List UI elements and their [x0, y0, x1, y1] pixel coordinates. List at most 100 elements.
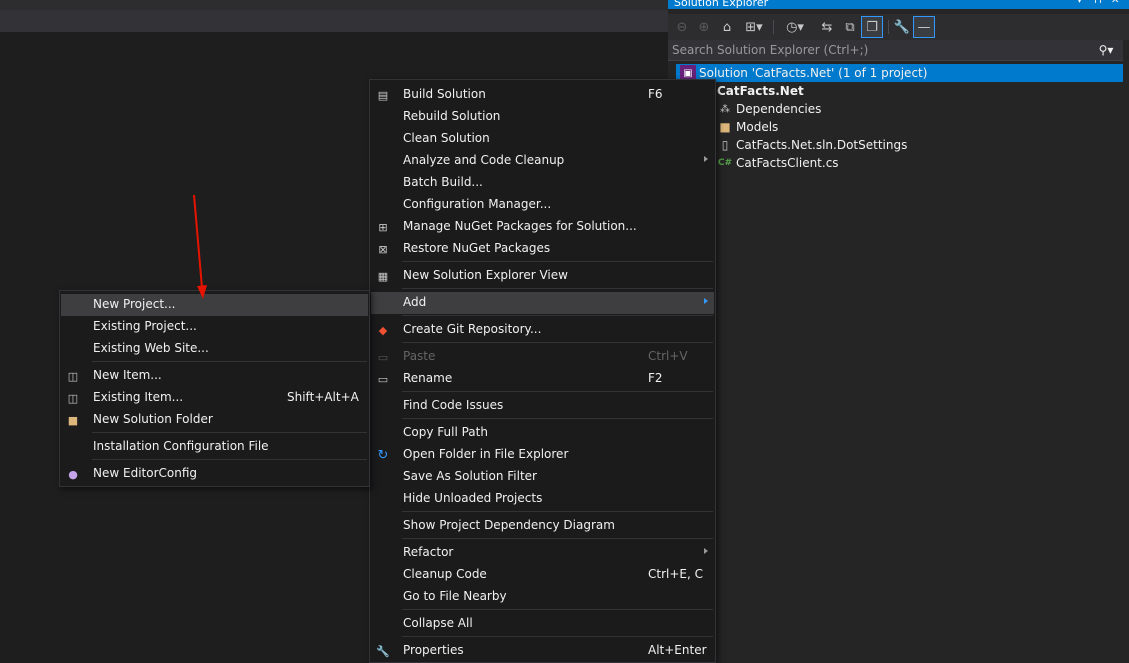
solution-explorer-title-bar: Solution Explorer ▾ ⊓ ✕ [668, 0, 1129, 9]
git-icon: ◆ [378, 323, 388, 337]
menu-item-new-project[interactable]: New Project... [61, 294, 368, 316]
menu-separator [402, 511, 713, 512]
properties-icon[interactable]: 🔧 [892, 17, 912, 37]
close-icon[interactable]: ✕ [1111, 0, 1119, 6]
menu-item-batch-build[interactable]: Batch Build... [371, 172, 714, 194]
wrench-icon: 🔧 [376, 644, 390, 658]
menu-separator [402, 391, 713, 392]
collapse-all-icon[interactable]: ⧉ [840, 17, 860, 37]
switch-views-icon[interactable]: ⊞▾ [740, 17, 768, 37]
menu-separator [402, 315, 713, 316]
menu-item-build-solution[interactable]: ▤ Build Solution F6 [371, 84, 714, 106]
pending-changes-filter-icon[interactable]: ◷▾ [781, 17, 809, 37]
existing-item-icon: ◫ [67, 391, 79, 405]
forward-icon[interactable]: ⊕ [694, 17, 714, 37]
menu-separator [402, 288, 713, 289]
tree-item-models[interactable]: ■ Models [717, 118, 778, 136]
menu-item-open-folder[interactable]: ↻ Open Folder in File Explorer [371, 444, 714, 466]
tree-item-label: CatFacts.Net.sln.DotSettings [736, 138, 908, 152]
menu-item-new-solution-explorer-view[interactable]: ▦ New Solution Explorer View [371, 265, 714, 287]
submenu-arrow-icon [704, 156, 708, 162]
menu-separator [92, 459, 367, 460]
toolbar-separator [773, 20, 774, 34]
menu-separator [92, 361, 367, 362]
menu-item-properties[interactable]: 🔧 Properties Alt+Enter [371, 640, 714, 662]
paste-icon: ▭ [377, 350, 389, 364]
menu-separator [402, 418, 713, 419]
restore-packages-icon: ⊠ [378, 242, 388, 256]
menu-item-new-item[interactable]: ◫ New Item... [61, 365, 368, 387]
toolbar-separator [888, 20, 889, 34]
menu-item-hide-unloaded-projects[interactable]: Hide Unloaded Projects [371, 488, 714, 510]
rename-icon: ▭ [377, 372, 389, 386]
open-folder-icon: ↻ [377, 447, 389, 463]
tree-item-label: Solution 'CatFacts.Net' (1 of 1 project) [699, 66, 928, 80]
visual-studio-window: Solution Explorer ▾ ⊓ ✕ ⊖ ⊕ ⌂ ⊞▾ ◷▾ ⇆ ⧉ … [0, 0, 1129, 663]
solution-explorer-title: Solution Explorer [674, 0, 769, 9]
menu-item-paste[interactable]: ▭ Paste Ctrl+V [371, 346, 714, 368]
menu-item-go-to-file-nearby[interactable]: Go to File Nearby [371, 586, 714, 608]
menu-separator [92, 432, 367, 433]
menu-item-collapse-all[interactable]: Collapse All [371, 613, 714, 635]
menu-item-new-editorconfig[interactable]: ● New EditorConfig [61, 463, 368, 485]
add-submenu: New Project... Existing Project... Exist… [59, 290, 370, 487]
tree-item-label: Dependencies [736, 102, 822, 116]
tree-item-dotsettings[interactable]: ▯ CatFacts.Net.sln.DotSettings [717, 136, 908, 154]
menu-item-installation-config[interactable]: Installation Configuration File [61, 436, 368, 458]
menu-separator [402, 636, 713, 637]
submenu-arrow-icon [704, 548, 708, 554]
menu-separator [402, 261, 713, 262]
menu-item-new-solution-folder[interactable]: ■ New Solution Folder [61, 409, 368, 431]
tree-item-label: CatFacts.Net [717, 84, 804, 98]
search-icon[interactable]: ⚲▾ [1093, 40, 1119, 60]
menu-item-refactor[interactable]: Refactor [371, 542, 714, 564]
csharp-file-icon: C# [717, 158, 733, 168]
new-view-icon: ▦ [377, 269, 389, 283]
solution-context-menu: ▤ Build Solution F6 Rebuild Solution Cle… [369, 79, 716, 663]
menu-item-existing-item[interactable]: ◫ Existing Item... Shift+Alt+A [61, 387, 368, 409]
build-icon: ▤ [377, 88, 389, 102]
submenu-arrow-icon [704, 298, 708, 304]
menu-item-clean-solution[interactable]: Clean Solution [371, 128, 714, 150]
tree-item-dependencies[interactable]: ⁂ Dependencies [717, 100, 821, 118]
menu-separator [402, 342, 713, 343]
file-icon: ▯ [721, 138, 729, 152]
tree-item-catfactsclient[interactable]: C# CatFactsClient.cs [717, 154, 839, 172]
menu-item-copy-full-path[interactable]: Copy Full Path [371, 422, 714, 444]
folder-icon: ■ [719, 120, 731, 134]
solution-explorer-toolbar: ⊖ ⊕ ⌂ ⊞▾ ◷▾ ⇆ ⧉ ❐ 🔧 — [668, 14, 1129, 40]
menu-item-find-code-issues[interactable]: Find Code Issues [371, 395, 714, 417]
sync-icon[interactable]: ⇆ [817, 17, 837, 37]
preview-icon[interactable]: — [913, 16, 935, 38]
editor-tab-strip [0, 0, 668, 10]
back-icon[interactable]: ⊖ [672, 17, 692, 37]
auto-hide-icon[interactable]: ⊓ [1094, 0, 1102, 6]
menu-separator [402, 538, 713, 539]
menu-item-rename[interactable]: ▭ Rename F2 [371, 368, 714, 390]
lightbulb-icon: ● [68, 467, 78, 481]
nuget-icon: ⊞ [378, 220, 388, 234]
menu-item-save-solution-filter[interactable]: Save As Solution Filter [371, 466, 714, 488]
dependencies-icon: ⁂ [720, 103, 730, 115]
menu-item-rebuild-solution[interactable]: Rebuild Solution [371, 106, 714, 128]
menu-item-existing-project[interactable]: Existing Project... [61, 316, 368, 338]
menu-item-add[interactable]: Add [371, 292, 714, 314]
menu-item-restore-nuget[interactable]: ⊠ Restore NuGet Packages [371, 238, 714, 260]
menu-item-cleanup-code[interactable]: Cleanup Code Ctrl+E, C [371, 564, 714, 586]
show-all-files-icon[interactable]: ❐ [861, 16, 883, 38]
tree-item-project[interactable]: CatFacts.Net [717, 82, 804, 100]
menu-separator [402, 609, 713, 610]
tree-item-solution[interactable]: ▣ Solution 'CatFacts.Net' (1 of 1 projec… [676, 64, 1123, 82]
home-icon[interactable]: ⌂ [717, 17, 737, 37]
window-position-icon[interactable]: ▾ [1077, 0, 1082, 6]
menu-item-create-git-repository[interactable]: ◆ Create Git Repository... [371, 319, 714, 341]
menu-item-manage-nuget[interactable]: ⊞ Manage NuGet Packages for Solution... [371, 216, 714, 238]
solution-explorer-panel: Solution Explorer ▾ ⊓ ✕ ⊖ ⊕ ⌂ ⊞▾ ◷▾ ⇆ ⧉ … [668, 0, 1129, 663]
menu-item-configuration-manager[interactable]: Configuration Manager... [371, 194, 714, 216]
tree-item-label: Models [736, 120, 779, 134]
menu-item-show-dependency-diagram[interactable]: Show Project Dependency Diagram [371, 515, 714, 537]
search-input[interactable] [672, 41, 1082, 59]
new-folder-icon: ■ [67, 413, 79, 427]
menu-item-analyze-cleanup[interactable]: Analyze and Code Cleanup [371, 150, 714, 172]
menu-item-existing-website[interactable]: Existing Web Site... [61, 338, 368, 360]
